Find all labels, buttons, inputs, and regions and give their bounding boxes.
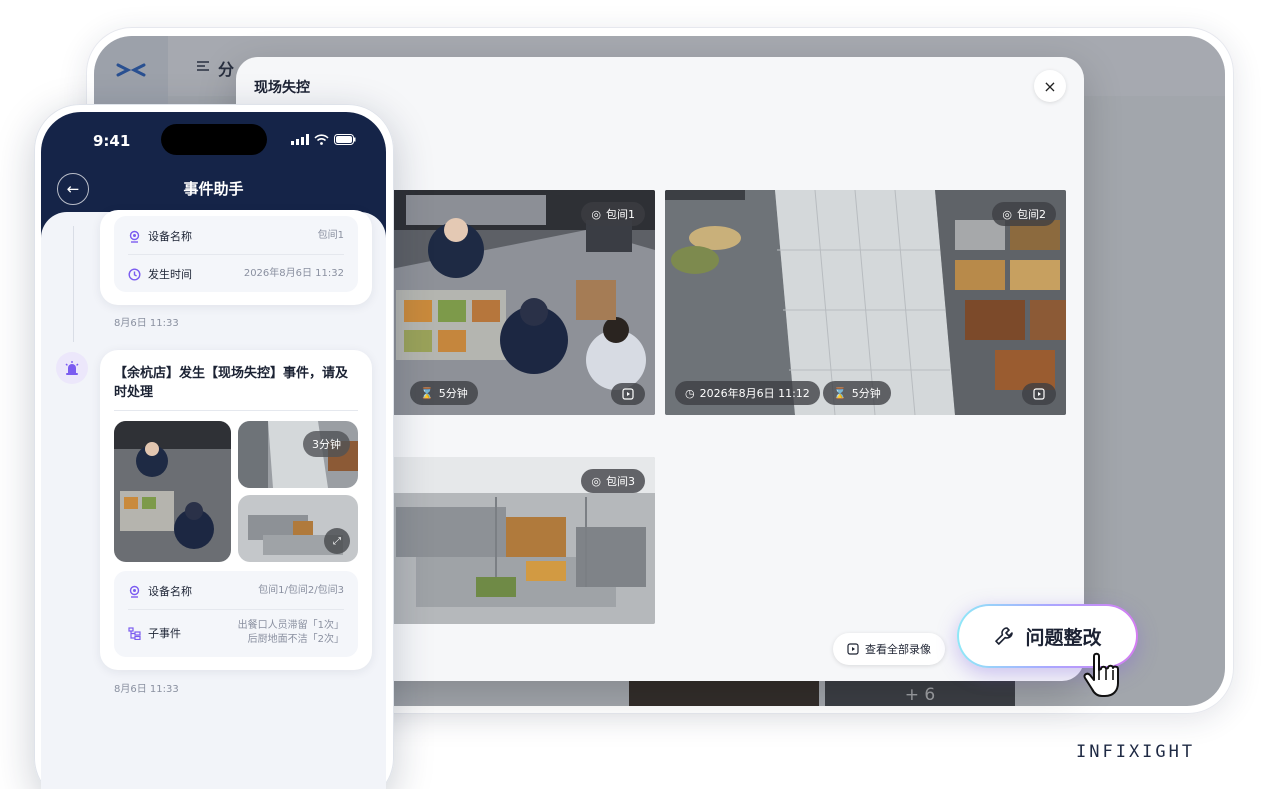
camera-icon bbox=[129, 230, 140, 243]
alert-thumbnail-2[interactable]: 3分钟 bbox=[238, 421, 358, 488]
camera-feed-1[interactable]: ◎ 包间1 ⌛ 5分钟 bbox=[386, 190, 655, 415]
pointer-hand-icon bbox=[1083, 652, 1119, 697]
brand-logo: INFIXIGHT bbox=[1076, 742, 1196, 762]
alert-message-card[interactable]: 【余杭店】发生【现场失控】事件，请及时处理 3分钟 ⤢ 设备名称 包间1/包间2… bbox=[100, 350, 372, 670]
alert-thumbnail-1[interactable] bbox=[114, 421, 231, 562]
view-all-recordings-button[interactable]: 查看全部录像 bbox=[833, 633, 945, 665]
occur-time-value: 2026年8月6日 11:32 bbox=[243, 268, 344, 279]
signal-icon bbox=[291, 134, 309, 145]
playback-button[interactable] bbox=[611, 383, 645, 405]
event-info-card[interactable]: 设备名称 包间1 发生时间 2026年8月6日 11:32 bbox=[100, 210, 372, 305]
sub-event-label: 子事件 bbox=[148, 627, 181, 640]
room-chip: ◎ 包间2 bbox=[992, 202, 1056, 226]
dynamic-island bbox=[161, 124, 267, 155]
phone-screen: 9:41 ← 事件助手 设备名称 包间1 发生时间 2026年8月6日 11:3… bbox=[41, 112, 386, 789]
info-row-subevents: 子事件 出餐口人员滞留「1次」 后厨地面不洁「2次」 bbox=[128, 613, 344, 653]
duration-label: 5分钟 bbox=[851, 387, 881, 400]
status-icons bbox=[291, 134, 356, 145]
info-row-time: 发生时间 2026年8月6日 11:32 bbox=[128, 256, 344, 292]
expand-icon[interactable]: ⤢ bbox=[324, 528, 350, 554]
battery-icon bbox=[334, 134, 356, 145]
hourglass-icon: ⌛ bbox=[833, 386, 847, 400]
status-time: 9:41 bbox=[93, 132, 131, 150]
alarm-light-icon bbox=[65, 361, 79, 375]
alarm-badge bbox=[56, 352, 88, 384]
divider bbox=[114, 410, 358, 411]
playback-button[interactable] bbox=[1022, 383, 1056, 405]
sub-event-values: 出餐口人员滞留「1次」 后厨地面不洁「2次」 bbox=[238, 619, 344, 647]
hourglass-icon: ⌛ bbox=[420, 386, 434, 400]
sub-event-tree-icon bbox=[128, 626, 141, 640]
camera-feed-3[interactable]: ◎ 包间3 bbox=[386, 457, 655, 624]
info-box: 设备名称 包间1 发生时间 2026年8月6日 11:32 bbox=[114, 216, 358, 292]
time-chip: ◷ 2026年8月6日 11:12 bbox=[675, 381, 820, 405]
wrench-icon bbox=[995, 627, 1014, 645]
modal-title: 现场失控 bbox=[254, 80, 310, 96]
room-label: 包间3 bbox=[606, 475, 635, 488]
alert-thumbnail-3[interactable]: ⤢ bbox=[238, 495, 358, 562]
duration-chip: ⌛ 5分钟 bbox=[410, 381, 478, 405]
device-name-label: 设备名称 bbox=[148, 230, 192, 243]
room-label: 包间1 bbox=[606, 208, 635, 221]
info-box: 设备名称 包间1/包间2/包间3 子事件 出餐口人员滞留「1次」 后厨地面不洁「… bbox=[114, 571, 358, 657]
play-icon bbox=[622, 388, 634, 400]
info-row-device: 设备名称 包间1 bbox=[128, 218, 344, 254]
time-label: 2026年8月6日 11:12 bbox=[699, 387, 810, 400]
page-title: 事件助手 bbox=[183, 180, 244, 198]
occur-time-label: 发生时间 bbox=[148, 268, 192, 281]
camera-icon: ◎ bbox=[1002, 207, 1012, 221]
message-timestamp: 8月6日 11:33 bbox=[114, 318, 179, 329]
room-chip: ◎ 包间3 bbox=[581, 469, 645, 493]
duration-label: 5分钟 bbox=[438, 387, 468, 400]
camera-icon bbox=[129, 585, 140, 598]
close-icon: × bbox=[1043, 76, 1057, 96]
device-name-label: 设备名称 bbox=[148, 585, 192, 598]
message-timestamp: 8月6日 11:33 bbox=[114, 684, 179, 695]
room-chip: ◎ 包间1 bbox=[581, 202, 645, 226]
camera-icon: ◎ bbox=[591, 207, 601, 221]
device-name-value: 包间1 bbox=[317, 230, 344, 241]
alert-title: 【余杭店】发生【现场失控】事件，请及时处理 bbox=[114, 366, 349, 400]
duration-chip: 3分钟 bbox=[303, 431, 350, 457]
divider bbox=[128, 254, 344, 255]
duration-chip: ⌛ 5分钟 bbox=[823, 381, 891, 405]
play-icon bbox=[1033, 388, 1045, 400]
divider bbox=[128, 609, 344, 610]
thumb-image bbox=[114, 421, 231, 562]
rectify-label: 问题整改 bbox=[1025, 626, 1102, 649]
clock-icon bbox=[128, 267, 141, 281]
clock-icon: ◷ bbox=[685, 386, 695, 400]
close-button[interactable]: × bbox=[1034, 70, 1066, 102]
wifi-icon bbox=[314, 134, 329, 145]
play-icon bbox=[847, 643, 859, 655]
view-all-label: 查看全部录像 bbox=[865, 643, 931, 656]
room-label: 包间2 bbox=[1017, 208, 1046, 221]
camera-feed-2[interactable]: ◎ 包间2 ◷ 2026年8月6日 11:12 ⌛ 5分钟 bbox=[665, 190, 1066, 415]
sub-event-2: 后厨地面不洁「2次」 bbox=[247, 634, 344, 645]
device-name-value: 包间1/包间2/包间3 bbox=[258, 585, 344, 596]
sub-event-1: 出餐口人员滞留「1次」 bbox=[237, 620, 344, 631]
info-row-device: 设备名称 包间1/包间2/包间3 bbox=[128, 573, 344, 609]
camera-icon: ◎ bbox=[591, 474, 601, 488]
timeline-line bbox=[73, 226, 74, 342]
